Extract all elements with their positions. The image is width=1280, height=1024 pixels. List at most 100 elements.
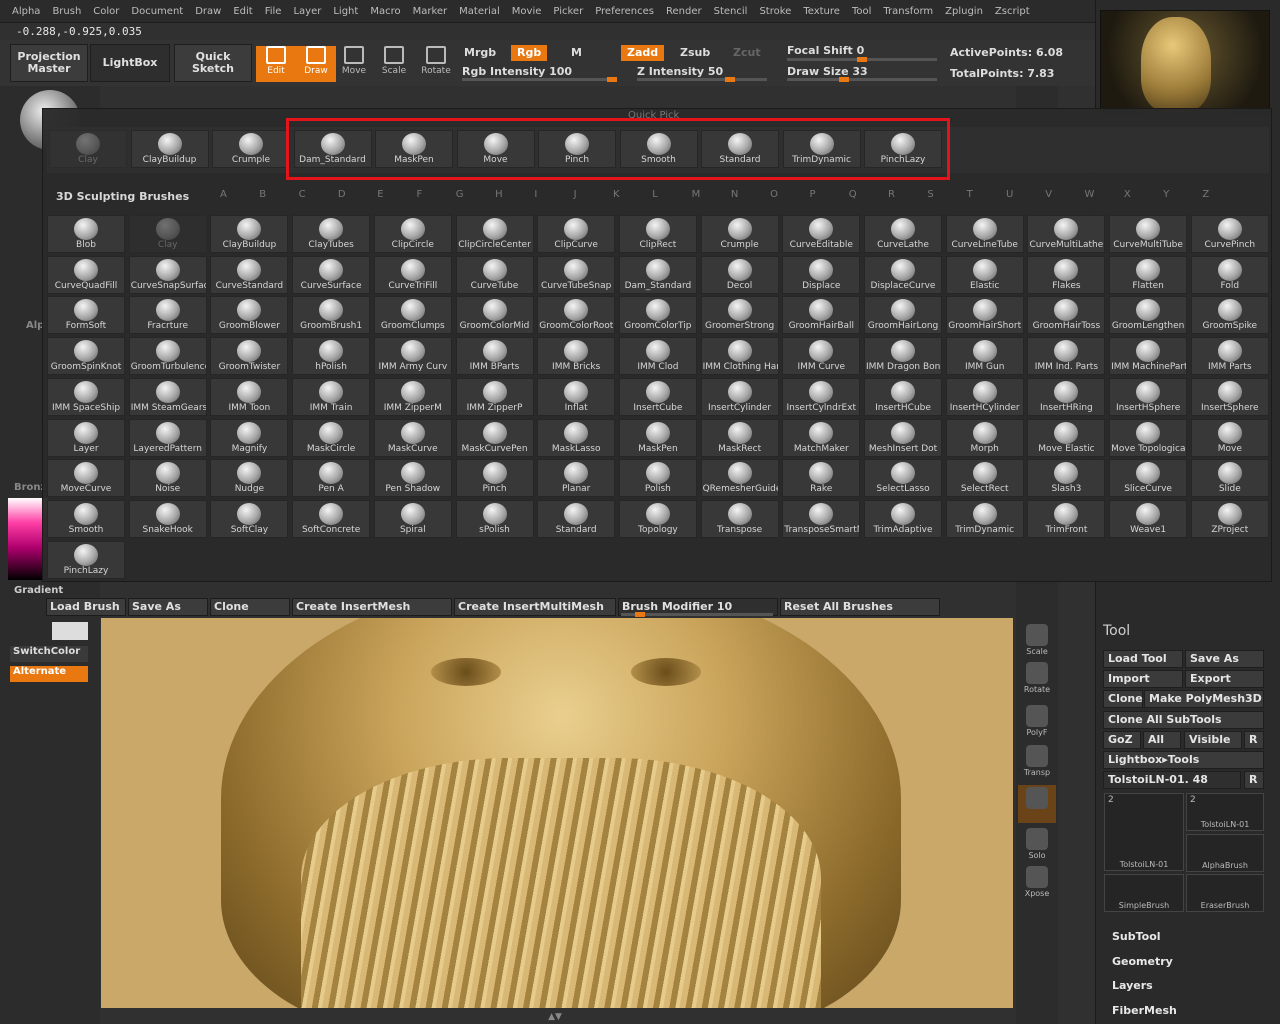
load-brush-button[interactable]: Load Brush — [46, 598, 126, 616]
brush-spiral[interactable]: Spiral — [373, 499, 452, 538]
brush-insertsphere[interactable]: InsertSphere — [1190, 377, 1269, 416]
brush-matchmaker[interactable]: MatchMaker — [782, 418, 861, 457]
brush-displace[interactable]: Displace — [782, 255, 861, 294]
tray-button-xpose[interactable]: Xpose — [1018, 864, 1056, 902]
brush-imm-army-curv[interactable]: IMM Army Curv — [373, 337, 452, 376]
menu-file[interactable]: File — [259, 6, 288, 17]
brush-elastic[interactable]: Elastic — [945, 255, 1024, 294]
tool-section-layers[interactable]: Layers — [1112, 979, 1153, 992]
brush-blob[interactable]: Blob — [47, 215, 125, 253]
m-toggle[interactable]: M — [565, 45, 588, 61]
alpha-filter-w[interactable]: W — [1085, 189, 1124, 200]
create-insertmesh-button[interactable]: Create InsertMesh — [292, 598, 452, 616]
brush-transposesmartm[interactable]: TransposeSmartM — [782, 499, 861, 538]
brush-flatten[interactable]: Flatten — [1109, 255, 1188, 294]
brush-cliprect[interactable]: ClipRect — [618, 215, 697, 253]
brush-groomcolorroot[interactable]: GroomColorRoot — [537, 296, 616, 335]
menu-light[interactable]: Light — [327, 6, 364, 17]
brush-groomerstrong[interactable]: GroomerStrong — [700, 296, 779, 335]
zadd-toggle[interactable]: Zadd — [621, 45, 665, 61]
brush-groomlengthen[interactable]: GroomLengthen — [1109, 296, 1188, 335]
menu-edit[interactable]: Edit — [227, 6, 258, 17]
move-button[interactable]: Move — [334, 46, 374, 82]
brush-imm-curve[interactable]: IMM Curve — [782, 337, 861, 376]
brush-selectrect[interactable]: SelectRect — [945, 459, 1024, 498]
zcut-toggle[interactable]: Zcut — [727, 45, 767, 61]
import-button[interactable]: Import — [1103, 670, 1183, 688]
menu-render[interactable]: Render — [660, 6, 708, 17]
brush-slash3[interactable]: Slash3 — [1027, 459, 1106, 498]
brush-inserthcube[interactable]: InsertHCube — [864, 377, 942, 416]
menu-macro[interactable]: Macro — [364, 6, 406, 17]
visible-button[interactable]: Visible — [1184, 731, 1242, 749]
menu-stencil[interactable]: Stencil — [708, 6, 754, 17]
brush-maskcurve[interactable]: MaskCurve — [373, 418, 452, 457]
switchcolor-button[interactable]: SwitchColor — [10, 646, 88, 662]
brush-imm-zipperp[interactable]: IMM ZipperP — [455, 377, 534, 416]
tray-button-transp[interactable]: Transp — [1018, 743, 1056, 781]
tray-button-rotate[interactable]: Rotate — [1018, 660, 1056, 698]
brush-insertcube[interactable]: InsertCube — [618, 377, 697, 416]
brush-curvetrifill[interactable]: CurveTriFill — [373, 255, 452, 294]
brush-imm-toon[interactable]: IMM Toon — [210, 377, 289, 416]
brush-qremesherguide[interactable]: QRemesherGuide — [700, 459, 779, 498]
save-as-brush-button[interactable]: Save As — [128, 598, 208, 616]
alpha-filter-l[interactable]: L — [652, 189, 691, 200]
brush-imm-bparts[interactable]: IMM BParts — [455, 337, 534, 376]
brush-move[interactable]: Move — [1190, 418, 1269, 457]
tray-button-scale[interactable]: Scale — [1018, 622, 1056, 660]
brush-pen-a[interactable]: Pen A — [292, 459, 371, 498]
alpha-filter-b[interactable]: B — [259, 189, 298, 200]
brush-move-elastic[interactable]: Move Elastic — [1027, 418, 1106, 457]
rgb-intensity-slider[interactable]: Rgb Intensity 100 — [462, 65, 572, 78]
menu-preferences[interactable]: Preferences — [589, 6, 660, 17]
brush-imm-parts[interactable]: IMM Parts — [1190, 337, 1269, 376]
scale-button[interactable]: Scale — [374, 46, 414, 82]
lightbox-tools-button[interactable]: Lightbox▸Tools — [1103, 751, 1264, 769]
menu-color[interactable]: Color — [87, 6, 125, 17]
brush-fracrture[interactable]: Fracrture — [128, 296, 207, 335]
brush-groomhairtoss[interactable]: GroomHairToss — [1027, 296, 1106, 335]
brush-transpose[interactable]: Transpose — [700, 499, 779, 538]
brush-curvesurface[interactable]: CurveSurface — [292, 255, 371, 294]
brush-groomclumps[interactable]: GroomClumps — [373, 296, 452, 335]
rgb-toggle[interactable]: Rgb — [511, 45, 548, 61]
brush-trimfront[interactable]: TrimFront — [1027, 499, 1106, 538]
brush-maskpen[interactable]: MaskPen — [618, 418, 697, 457]
alpha-filter-z[interactable]: Z — [1202, 189, 1241, 200]
alpha-filter-r[interactable]: R — [888, 189, 927, 200]
brush-planar[interactable]: Planar — [537, 459, 616, 498]
tool-thumb-tolstoiln-01[interactable]: 2 TolstoiLN-01 — [1104, 793, 1184, 871]
brush-groomspinknot[interactable]: GroomSpinKnot — [47, 337, 125, 376]
brush-curvepinch[interactable]: CurvePinch — [1190, 215, 1269, 253]
brush-selectlasso[interactable]: SelectLasso — [864, 459, 942, 498]
brush-groomblower[interactable]: GroomBlower — [210, 296, 289, 335]
tool-thumb-alphabrush[interactable]: AlphaBrush — [1186, 834, 1264, 872]
brush-movecurve[interactable]: MoveCurve — [47, 459, 125, 498]
brush-inflat[interactable]: Inflat — [537, 377, 616, 416]
brush-clay[interactable]: Clay — [128, 215, 207, 253]
alpha-filter-a[interactable]: A — [220, 189, 259, 200]
quickpick-brush-clay[interactable]: Clay — [49, 130, 127, 168]
export-button[interactable]: Export — [1185, 670, 1264, 688]
brush-groomcolortip[interactable]: GroomColorTip — [618, 296, 697, 335]
brush-curvelinetube[interactable]: CurveLineTube — [945, 215, 1024, 253]
create-insertmultimesh-button[interactable]: Create InsertMultiMesh — [454, 598, 616, 616]
alpha-filter-u[interactable]: U — [1006, 189, 1045, 200]
brush-modifier-track[interactable] — [621, 612, 773, 617]
brush-curvetubesnap[interactable]: CurveTubeSnap — [537, 255, 616, 294]
tray-button-edit[interactable] — [1018, 785, 1056, 823]
tool-palette-title[interactable]: Tool — [1075, 620, 1280, 642]
brush-zproject[interactable]: ZProject — [1190, 499, 1269, 538]
menu-material[interactable]: Material — [453, 6, 506, 17]
brush-noise[interactable]: Noise — [128, 459, 207, 498]
brush-formsoft[interactable]: FormSoft — [47, 296, 125, 335]
clone-brush-button[interactable]: Clone — [210, 598, 290, 616]
zsub-toggle[interactable]: Zsub — [674, 45, 716, 61]
brush-nudge[interactable]: Nudge — [210, 459, 289, 498]
brush-inserthcylinder[interactable]: InsertHCylinder — [945, 377, 1024, 416]
focal-shift-slider[interactable]: Focal Shift 0 — [787, 44, 864, 57]
brush-imm-zipperm[interactable]: IMM ZipperM — [373, 377, 452, 416]
secondary-color-swatch[interactable] — [52, 622, 88, 640]
goz-button[interactable]: GoZ — [1103, 731, 1141, 749]
